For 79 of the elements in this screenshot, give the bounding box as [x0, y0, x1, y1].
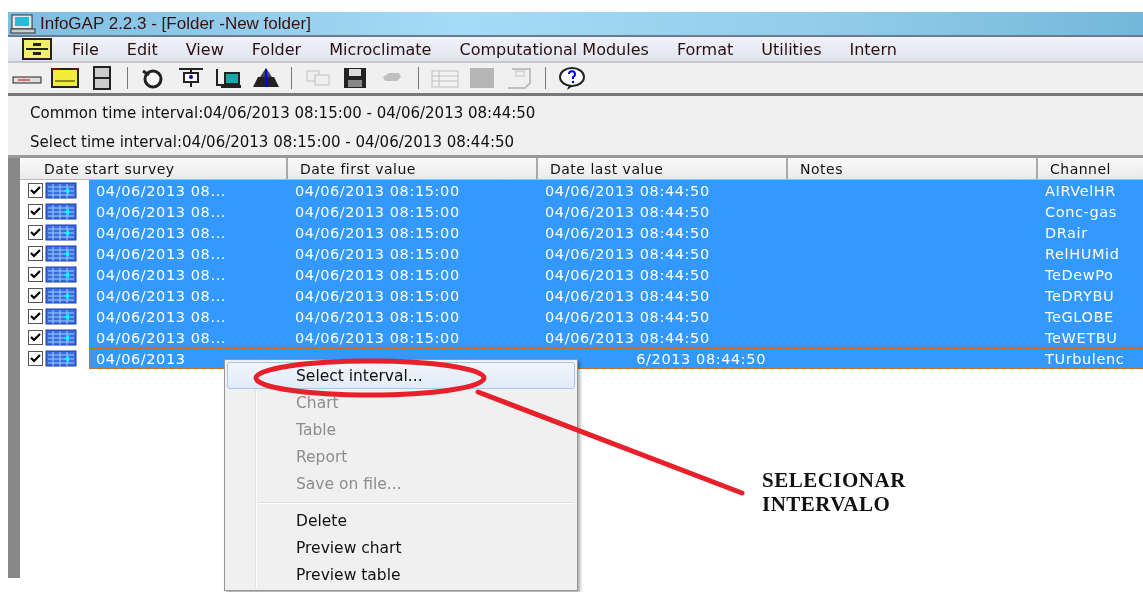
table-cell-text: 04/06/2013 08:44:50 [544, 203, 711, 220]
table-cell-text: TeGLOBE [1044, 308, 1115, 325]
data-icon [45, 245, 79, 262]
checkbox[interactable] [28, 351, 43, 366]
table-cell-text: 04/06/2013 08:15:00 [294, 308, 461, 325]
data-icon [45, 308, 79, 325]
data-icon [45, 266, 79, 283]
table-cell-text: 04/06/2013 08... [95, 182, 228, 199]
checkbox[interactable] [28, 288, 43, 303]
menu-item[interactable]: File [72, 39, 99, 59]
column-header[interactable]: Date last value [538, 158, 788, 179]
table-cell-text: TeDRYBU [1044, 287, 1116, 304]
column-header[interactable]: Date first value [288, 158, 538, 179]
table-cell-text: 04/06/2013 08... [95, 224, 228, 241]
checkbox[interactable] [28, 267, 43, 282]
checkbox[interactable] [28, 309, 43, 324]
table-cell-text: 04/06/2013 08:44:50 [544, 287, 711, 304]
table-cell-text: 04/06/2013 08:44:50 [544, 224, 711, 241]
table-cell-text: 04/06/2013 08:15:00 [294, 266, 461, 283]
help-icon[interactable] [557, 65, 587, 91]
menu-item[interactable]: Delete [227, 497, 575, 534]
table-cell-text: 04/06/2013 08... [95, 287, 228, 304]
menu-item[interactable]: Microclimate [329, 39, 432, 59]
menu-item[interactable]: Edit [126, 39, 158, 59]
table-cell-text: TeDewPo [1044, 266, 1115, 283]
table-cell-text: 04/06/2013 08:15:00 [294, 329, 461, 346]
checkbox[interactable] [28, 225, 43, 240]
checkbox[interactable] [28, 330, 43, 345]
checkbox[interactable] [28, 246, 43, 261]
column-header[interactable]: Channel [1038, 158, 1143, 179]
column-header[interactable]: Notes [788, 158, 1038, 179]
table-cell-text: 04/06/2013 08:15:00 [294, 245, 461, 262]
menu-item[interactable]: Format [676, 39, 734, 59]
data-icon [45, 224, 79, 241]
table-cell-text: AIRVelHR [1044, 182, 1117, 199]
menu-item[interactable]: Intern [849, 39, 897, 59]
annotation-text: SELECIONAR [762, 468, 906, 492]
checkbox[interactable] [28, 204, 43, 219]
menu-item[interactable]: Computational Modules [459, 39, 649, 59]
table-cell-text: 04/06/2013 08:44:50 [544, 308, 711, 325]
table-cell-text: 04/06/2013 08... [95, 329, 228, 346]
menu-item[interactable]: Folder [251, 39, 302, 59]
table-cell-text: 04/06/2013 08:44:50 [544, 329, 711, 346]
table-cell-text: 04/06/2013 08... [95, 245, 228, 262]
folder-icon[interactable] [49, 65, 79, 91]
table-cell-text: RelHUMid [1044, 245, 1121, 262]
table-cell-text: 6/2013 08:44:50 [635, 350, 767, 367]
table-cell-text: 04/06/2013 08:15:00 [294, 203, 461, 220]
computer-icon [10, 13, 36, 34]
data-icon [45, 203, 79, 220]
window-title: InfoGAP 2.2.3 - [Folder -New folder] [40, 13, 311, 34]
data-icon [45, 287, 79, 304]
menu-item[interactable]: Utilities [761, 39, 822, 59]
table-cell-text: 04/06/2013 08:15:00 [294, 182, 461, 199]
table-cell-text: TeWETBU [1044, 329, 1119, 346]
menu-item[interactable]: View [185, 39, 224, 59]
menu-item[interactable]: Preview chart [227, 534, 575, 561]
interval-text: Common time interval:04/06/2013 08:15:00 - 04/06/2013 08:44:50 [30, 103, 537, 124]
table-cell-text: 04/06/2013 08:15:00 [294, 224, 461, 241]
table-cell-text: 04/06/2013 08:44:50 [544, 266, 711, 283]
table-cell-text: 04/06/2013 08:15:00 [294, 287, 461, 304]
checkbox[interactable] [28, 183, 43, 198]
table-cell-text: 04/06/2013 [95, 350, 187, 367]
column-header[interactable]: Date start survey [20, 158, 288, 179]
table-cell-text: 04/06/2013 08... [95, 266, 228, 283]
table-cell-text: TUrbulenc [1044, 350, 1126, 367]
annotation-text: INTERVALO [762, 492, 892, 516]
table-cell-text: DRair [1044, 224, 1089, 241]
menu-item[interactable]: Preview table [227, 561, 575, 588]
table-cell-text: Conc-gas [1044, 203, 1118, 220]
table-cell-text: 04/06/2013 08... [95, 203, 228, 220]
table-cell-text: 04/06/2013 08:44:50 [544, 182, 711, 199]
interval-text: Select time interval:04/06/2013 08:15:00 - 04/06/2013 08:44:50 [30, 132, 516, 153]
data-icon [45, 329, 79, 346]
cabinet-icon [22, 38, 52, 60]
data-icon [45, 182, 79, 199]
table-cell-text: 04/06/2013 08:44:50 [544, 245, 711, 262]
table-cell-text: 04/06/2013 08... [95, 308, 228, 325]
data-icon [45, 350, 79, 367]
